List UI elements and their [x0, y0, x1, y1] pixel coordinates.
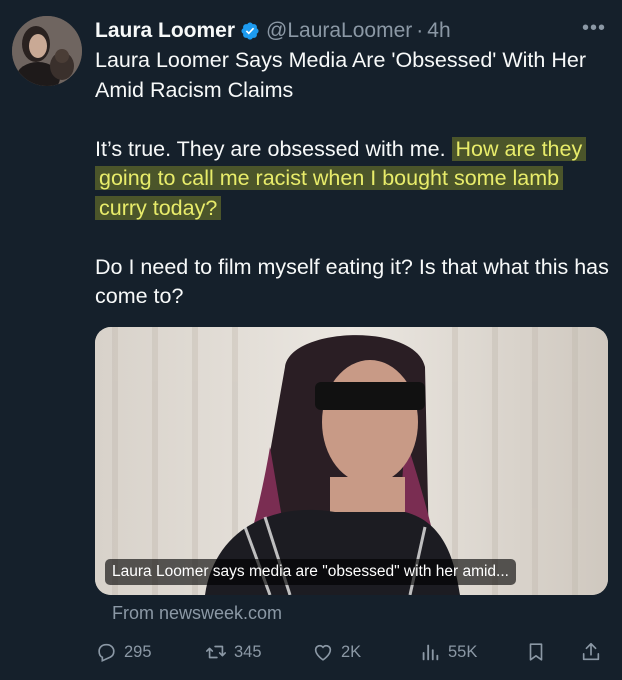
- handle[interactable]: @LauraLoomer: [266, 19, 412, 43]
- tweet-header: Laura Loomer @LauraLoomer · 4h •••: [95, 16, 606, 46]
- card-source[interactable]: From newsweek.com: [112, 603, 282, 624]
- reply-button[interactable]: 295: [95, 638, 152, 666]
- tweet-paragraph-2: It’s true. They are obsessed with me. Ho…: [95, 135, 610, 224]
- bookmark-button[interactable]: [525, 638, 554, 666]
- tweet-paragraph-2-plain: It’s true. They are obsessed with me.: [95, 136, 446, 161]
- analytics-icon: [422, 644, 439, 661]
- repost-count: 345: [234, 643, 262, 661]
- repost-button[interactable]: 345: [205, 638, 262, 666]
- bookmark-icon: [529, 643, 543, 661]
- card-image: [95, 327, 608, 595]
- heart-icon: [314, 644, 332, 661]
- reply-count: 295: [124, 643, 152, 661]
- timestamp[interactable]: 4h: [427, 19, 450, 43]
- card-caption: Laura Loomer says media are "obsessed" w…: [105, 559, 516, 585]
- link-card[interactable]: Laura Loomer says media are "obsessed" w…: [95, 327, 608, 595]
- views-button[interactable]: 55K: [419, 638, 477, 666]
- verified-badge-icon: [240, 21, 260, 41]
- more-dots-icon[interactable]: •••: [582, 18, 606, 38]
- avatar[interactable]: [12, 16, 82, 86]
- reply-icon: [98, 643, 115, 662]
- tweet-text: Laura Loomer Says Media Are 'Obsessed' W…: [95, 46, 610, 312]
- separator-dot: ·: [416, 19, 424, 42]
- display-name[interactable]: Laura Loomer: [95, 19, 235, 43]
- share-button[interactable]: [580, 638, 609, 666]
- like-count: 2K: [341, 643, 362, 661]
- repost-icon: [206, 645, 226, 659]
- share-icon: [582, 642, 600, 661]
- view-count: 55K: [448, 643, 478, 661]
- action-bar: 295 345 2K 55K: [95, 638, 610, 666]
- tweet-paragraph-3: Do I need to film myself eating it? Is t…: [95, 254, 609, 309]
- tweet-line-1: Laura Loomer Says Media Are 'Obsessed' W…: [95, 48, 586, 102]
- like-button[interactable]: 2K: [312, 638, 361, 666]
